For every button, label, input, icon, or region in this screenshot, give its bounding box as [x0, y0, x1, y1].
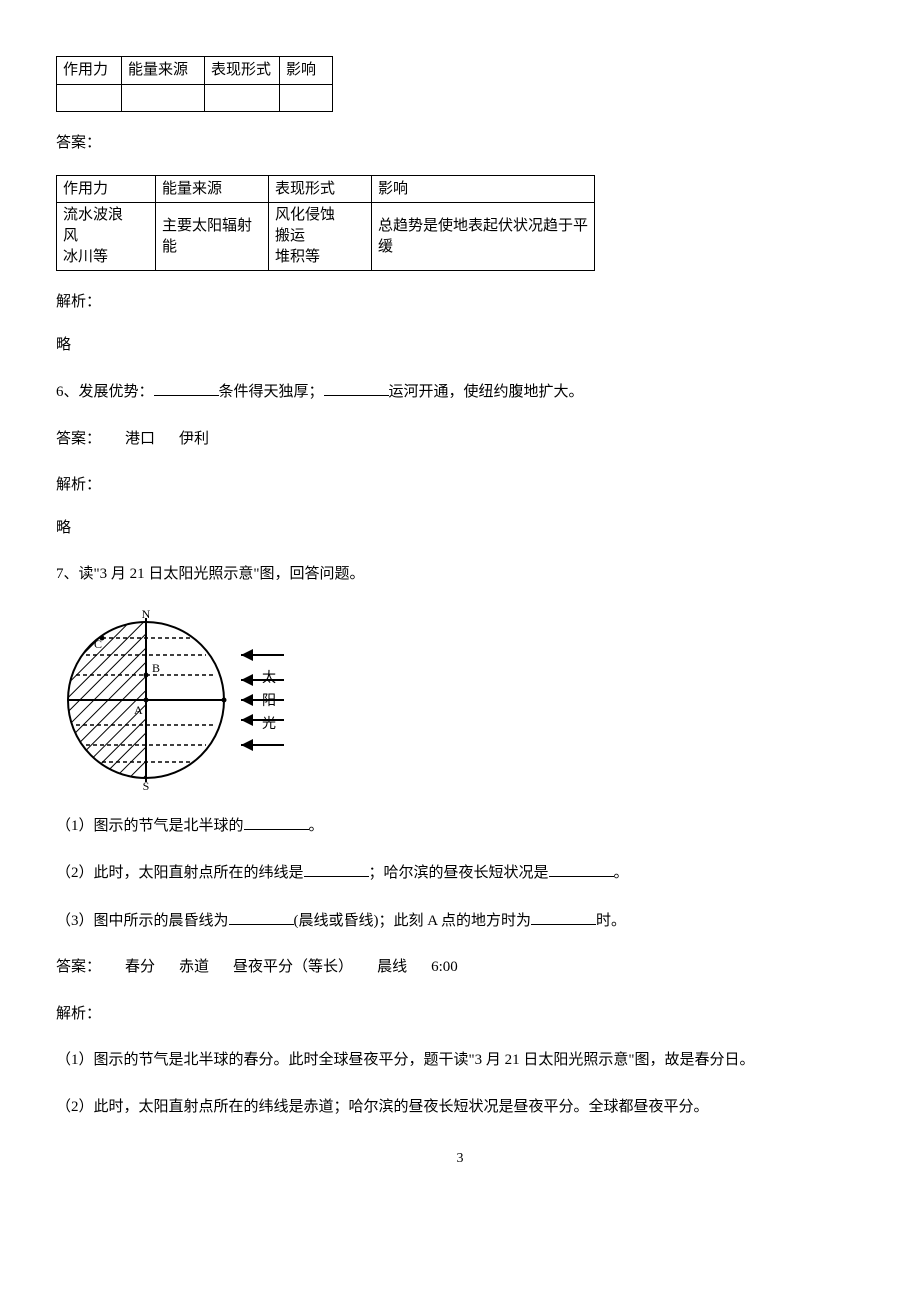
a7-v3: 昼夜平分（等长）	[233, 959, 353, 975]
a6-v2: 伊利	[179, 431, 209, 447]
q7-part3: （3）图中所示的晨昏线为 (晨线或昏线)；此刻 A 点的地方时为 时。	[56, 909, 864, 933]
q7-p3a: （3）图中所示的晨昏线为	[56, 913, 229, 929]
q6-mid2: 运河开通，使纽约腹地扩大。	[389, 384, 584, 400]
td-blank	[205, 84, 280, 112]
td-blank	[280, 84, 333, 112]
analysis-label-5: 解析：	[56, 291, 864, 314]
analysis-omit-6: 略	[56, 517, 864, 540]
answer-label-5: 答案：	[56, 132, 864, 155]
fig-label-a: A	[134, 703, 143, 717]
a7-label: 答案：	[56, 959, 101, 975]
th2-force: 作用力	[57, 175, 156, 203]
fig-label-n: N	[142, 610, 151, 621]
figure-sun-illumination: N S A B C 太 阳 光	[56, 610, 291, 790]
q7-part1: （1）图示的节气是北半球的 。	[56, 814, 864, 838]
a7-v1: 春分	[125, 959, 155, 975]
blank	[229, 909, 294, 925]
table-q5-answer: 作用力 能量来源 表现形式 影响 流水波浪 风 冰川等 主要太阳辐射能 风化侵蚀…	[56, 175, 595, 272]
blank	[154, 380, 219, 396]
analysis-label-6: 解析：	[56, 474, 864, 497]
question-7-stem: 7、读"3 月 21 日太阳光照示意"图，回答问题。	[56, 563, 864, 586]
a6-label: 答案：	[56, 431, 101, 447]
answer-7: 答案： 春分 赤道 昼夜平分（等长） 晨线 6:00	[56, 956, 864, 979]
blank	[549, 861, 614, 877]
td2-force: 流水波浪 风 冰川等	[57, 203, 156, 271]
analysis-label-7: 解析：	[56, 1003, 864, 1026]
th-force: 作用力	[57, 57, 122, 85]
a7-v2: 赤道	[179, 959, 209, 975]
fig-label-tai: 太	[262, 670, 276, 686]
td2-form: 风化侵蚀 搬运 堆积等	[269, 203, 372, 271]
page-number: 3	[56, 1148, 864, 1169]
th2-effect: 影响	[372, 175, 595, 203]
th-energy: 能量来源	[122, 57, 205, 85]
td2-effect: 总趋势是使地表起伏状况趋于平缓	[372, 203, 595, 271]
th2-form: 表现形式	[269, 175, 372, 203]
fig-label-yang: 阳	[262, 693, 276, 709]
exp7-p1: （1）图示的节气是北半球的春分。此时全球昼夜平分，题干读"3 月 21 日太阳光…	[56, 1049, 864, 1072]
question-6: 6、发展优势： 条件得天独厚； 运河开通，使纽约腹地扩大。	[56, 380, 864, 404]
q6-mid1: 条件得天独厚；	[219, 384, 324, 400]
a7-v5: 6:00	[431, 959, 458, 975]
table-q5-empty: 作用力 能量来源 表现形式 影响	[56, 56, 333, 112]
document-page: 作用力 能量来源 表现形式 影响 答案： 作用力 能量来源 表现形式 影响 流水…	[56, 56, 864, 1169]
blank	[304, 861, 369, 877]
q7-p2a: （2）此时，太阳直射点所在的纬线是	[56, 865, 304, 881]
fig-label-c: C	[94, 637, 102, 651]
analysis-omit-5: 略	[56, 334, 864, 357]
td-blank	[122, 84, 205, 112]
a7-v4: 晨线	[377, 959, 407, 975]
blank	[531, 909, 596, 925]
fig-label-guang: 光	[262, 716, 276, 732]
blank	[324, 380, 389, 396]
blank	[244, 814, 309, 830]
fig-label-s: S	[143, 779, 150, 790]
q7-p3b: (晨线或昏线)；此刻 A 点的地方时为	[294, 913, 532, 929]
q7-part2: （2）此时，太阳直射点所在的纬线是 ；哈尔滨的昼夜长短状况是 。	[56, 861, 864, 885]
td-blank	[57, 84, 122, 112]
th2-energy: 能量来源	[156, 175, 269, 203]
fig-label-b: B	[152, 661, 160, 675]
q7-p1b: 。	[309, 818, 324, 834]
exp7-p2: （2）此时，太阳直射点所在的纬线是赤道；哈尔滨的昼夜长短状况是昼夜平分。全球都昼…	[56, 1096, 864, 1119]
th-effect: 影响	[280, 57, 333, 85]
q7-p3c: 时。	[596, 913, 626, 929]
q7-p1a: （1）图示的节气是北半球的	[56, 818, 244, 834]
answer-6: 答案： 港口 伊利	[56, 428, 864, 451]
q6-prefix: 6、发展优势：	[56, 384, 154, 400]
th-form: 表现形式	[205, 57, 280, 85]
td2-energy: 主要太阳辐射能	[156, 203, 269, 271]
a6-v1: 港口	[125, 431, 155, 447]
q7-p2b: ；哈尔滨的昼夜长短状况是	[369, 865, 549, 881]
q7-p2c: 。	[614, 865, 629, 881]
